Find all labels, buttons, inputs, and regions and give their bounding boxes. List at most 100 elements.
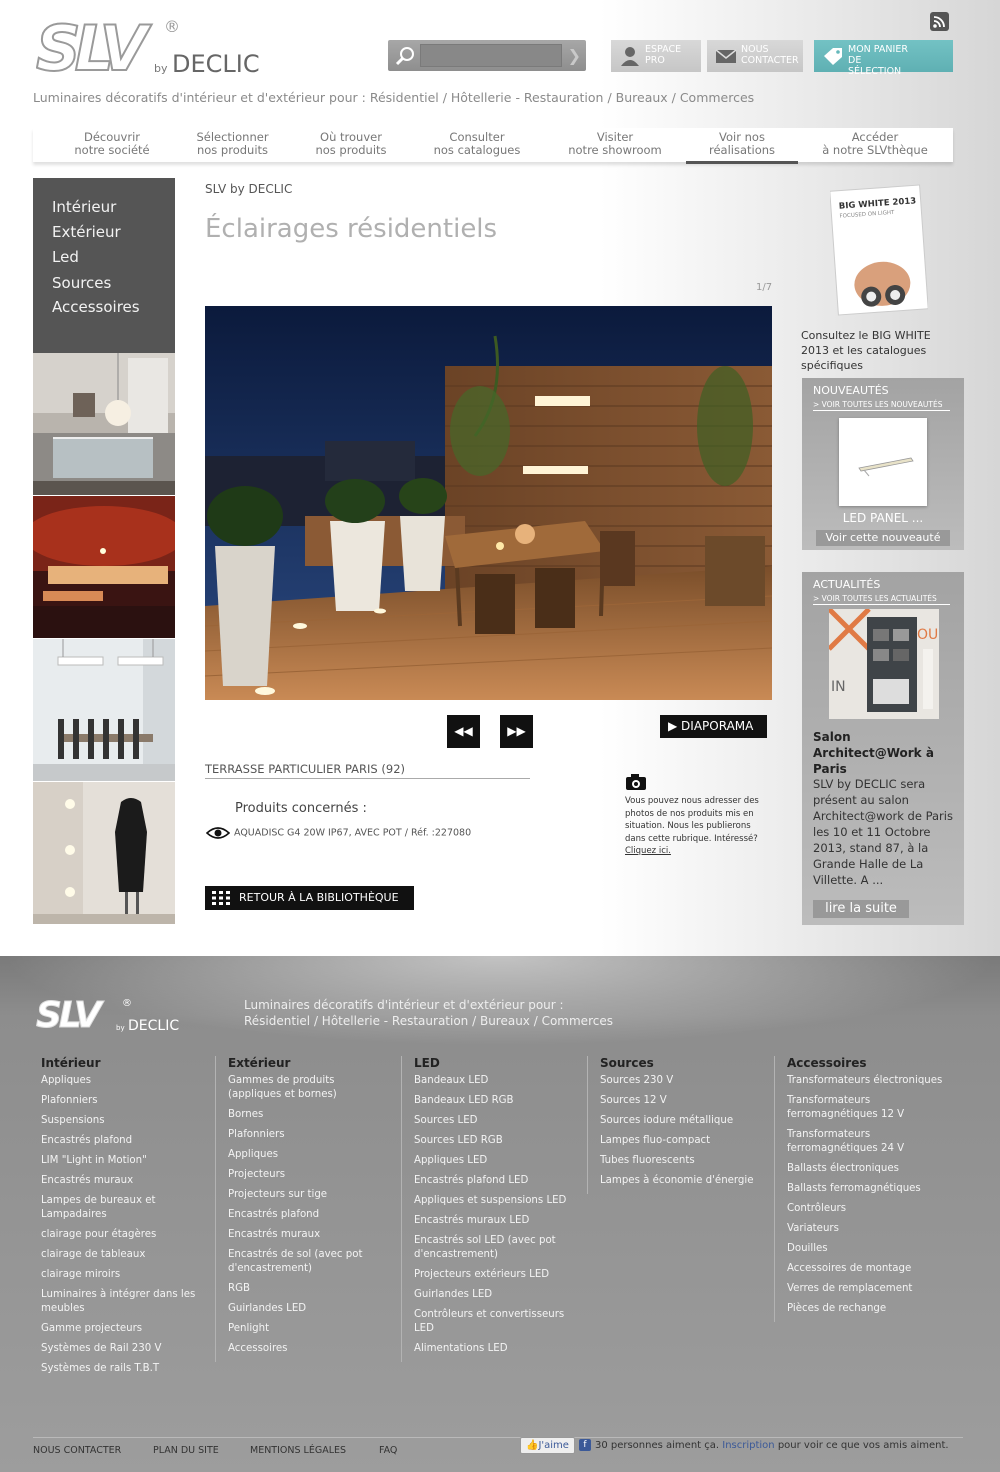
news-image[interactable]: IN OU bbox=[829, 609, 939, 719]
click-here-link[interactable]: Cliquez ici. bbox=[625, 846, 671, 856]
news-title[interactable]: Salon Architect@Work à Paris bbox=[813, 729, 958, 777]
footer-link[interactable]: Tubes fluorescents bbox=[600, 1154, 767, 1168]
footer-link[interactable]: Appliques LED bbox=[414, 1154, 581, 1168]
footer-link[interactable]: LIM "Light in Motion" bbox=[41, 1154, 216, 1168]
footer-link[interactable]: Plafonniers bbox=[228, 1128, 390, 1142]
footer-link[interactable]: Suspensions bbox=[41, 1114, 216, 1128]
fb-signup-link[interactable]: Inscription bbox=[722, 1440, 774, 1451]
nav-slvtheque[interactable]: Accéder à notre SLVthèque bbox=[813, 131, 937, 161]
footer-link[interactable]: clairage pour étagères bbox=[41, 1228, 216, 1242]
cat-accessoires[interactable]: Accessoires bbox=[52, 298, 140, 316]
catalogue-caption[interactable]: Consultez le BIG WHITE 2013 et les catal… bbox=[801, 328, 961, 373]
footer-link[interactable]: Bandeaux LED RGB bbox=[414, 1094, 581, 1108]
footer-link[interactable]: Luminaires à intégrer dans les meubles bbox=[41, 1288, 216, 1316]
nav-ou-trouver[interactable]: Où trouver nos produits bbox=[295, 131, 407, 161]
cat-exterieur[interactable]: Extérieur bbox=[52, 223, 121, 241]
footer-link[interactable]: Ballasts ferromagnétiques bbox=[787, 1182, 964, 1196]
footer-link[interactable]: Encastrés muraux LED bbox=[414, 1214, 581, 1228]
footer-link[interactable]: Contrôleurs bbox=[787, 1202, 964, 1216]
all-actualites-link[interactable]: > VOIR TOUTES LES ACTUALITÉS bbox=[813, 594, 950, 605]
slideshow-button[interactable]: ▶ DIAPORAMA bbox=[660, 715, 767, 738]
footer-link[interactable]: Verres de remplacement bbox=[787, 1282, 964, 1296]
footer-link[interactable]: clairage miroirs bbox=[41, 1268, 216, 1282]
footer-link[interactable]: Gamme projecteurs bbox=[41, 1322, 216, 1336]
footer-link[interactable]: Penlight bbox=[228, 1322, 390, 1336]
footer-link[interactable]: Projecteurs bbox=[228, 1168, 390, 1182]
footer-link[interactable]: Encastrés plafond LED bbox=[414, 1174, 581, 1188]
footer-link[interactable]: Bandeaux LED bbox=[414, 1074, 581, 1088]
footer-link[interactable]: Encastrés muraux bbox=[228, 1228, 390, 1242]
footer-faq-link[interactable]: FAQ bbox=[379, 1445, 397, 1456]
see-new-product-button[interactable]: Voir cette nouveauté bbox=[816, 530, 950, 546]
product-link[interactable]: AQUADISC G4 20W IP67, AVEC POT / Réf. :2… bbox=[206, 826, 471, 840]
footer-link[interactable]: Encastrés plafond bbox=[41, 1134, 216, 1148]
footer-link[interactable]: Sources 12 V bbox=[600, 1094, 767, 1108]
footer-link[interactable]: Accessoires bbox=[228, 1342, 390, 1356]
thumb-sources[interactable] bbox=[33, 782, 175, 924]
footer-link[interactable]: Transformateurs électroniques bbox=[787, 1074, 964, 1088]
cat-sources[interactable]: Sources bbox=[52, 274, 111, 292]
footer-link[interactable]: Plafonniers bbox=[41, 1094, 216, 1108]
read-more-button[interactable]: lire la suite bbox=[813, 900, 909, 918]
led-panel-image[interactable] bbox=[839, 418, 927, 506]
footer-legal-link[interactable]: MENTIONS LÉGALES bbox=[250, 1445, 346, 1456]
cat-interieur[interactable]: Intérieur bbox=[52, 198, 116, 216]
contact-button[interactable]: NOUS CONTACTER bbox=[707, 40, 803, 72]
footer-link[interactable]: Douilles bbox=[787, 1242, 964, 1256]
footer-link[interactable]: Appliques bbox=[228, 1148, 390, 1162]
nav-decouvrir[interactable]: Découvrir notre société bbox=[33, 131, 191, 161]
footer-link[interactable]: Lampes à économie d'énergie bbox=[600, 1174, 767, 1188]
footer-link[interactable]: Systèmes de rails T.B.T bbox=[41, 1362, 216, 1376]
footer-link[interactable]: Encastrés de sol (avec pot d'encastremen… bbox=[228, 1248, 390, 1276]
espace-pro-button[interactable]: ESPACE PRO bbox=[611, 40, 701, 72]
footer-link[interactable]: Lampes de bureaux et Lampadaires bbox=[41, 1194, 216, 1222]
footer-link[interactable]: Encastrés plafond bbox=[228, 1208, 390, 1222]
footer-link[interactable]: Lampes fluo-compact bbox=[600, 1134, 767, 1148]
thumb-exterieur[interactable] bbox=[24, 496, 184, 638]
back-to-library-button[interactable]: RETOUR À LA BIBLIOTHÈQUE bbox=[205, 886, 414, 910]
facebook-like-button[interactable]: 👍J'aime bbox=[520, 1437, 575, 1454]
nav-catalogues[interactable]: Consulter nos catalogues bbox=[415, 131, 539, 161]
search-input[interactable] bbox=[420, 44, 562, 67]
thumb-led[interactable] bbox=[33, 639, 175, 781]
footer-link[interactable]: Pièces de rechange bbox=[787, 1302, 964, 1316]
cat-led[interactable]: Led bbox=[52, 248, 79, 266]
footer-link[interactable]: Accessoires de montage bbox=[787, 1262, 964, 1276]
nav-realisations[interactable]: Voir nos réalisations bbox=[686, 131, 798, 164]
footer-link[interactable]: Gammes de produits (appliques et bornes) bbox=[228, 1074, 390, 1102]
catalogue-cover[interactable]: BIG WHITE 2013 FOCUSED ON LIGHT bbox=[829, 184, 929, 316]
footer-link[interactable]: Transformateurs ferromagnétiques 24 V bbox=[787, 1128, 964, 1156]
rss-icon[interactable] bbox=[930, 12, 949, 31]
footer-link[interactable]: Systèmes de Rail 230 V bbox=[41, 1342, 216, 1356]
footer-link[interactable]: Encastrés sol LED (avec pot d'encastreme… bbox=[414, 1234, 581, 1262]
footer-link[interactable]: Transformateurs ferromagnétiques 12 V bbox=[787, 1094, 964, 1122]
footer-link[interactable]: RGB bbox=[228, 1282, 390, 1296]
footer-link[interactable]: Guirlandes LED bbox=[414, 1288, 581, 1302]
footer-contact-link[interactable]: NOUS CONTACTER bbox=[33, 1445, 121, 1456]
footer-logo[interactable]: SLV ® by DECLIC bbox=[36, 994, 186, 1037]
footer-link[interactable]: Encastrés muraux bbox=[41, 1174, 216, 1188]
footer-link[interactable]: Guirlandes LED bbox=[228, 1302, 390, 1316]
search-bar[interactable]: ❯ bbox=[388, 40, 586, 71]
nav-selectionner[interactable]: Sélectionner nos produits bbox=[175, 131, 290, 161]
footer-link[interactable]: Ballasts électroniques bbox=[787, 1162, 964, 1176]
footer-link[interactable]: Appliques bbox=[41, 1074, 216, 1088]
all-nouveautes-link[interactable]: > VOIR TOUTES LES NOUVEAUTÉS bbox=[813, 400, 950, 411]
footer-link[interactable]: Contrôleurs et convertisseurs LED bbox=[414, 1308, 581, 1336]
footer-sitemap-link[interactable]: PLAN DU SITE bbox=[153, 1445, 219, 1456]
footer-link[interactable]: Sources LED RGB bbox=[414, 1134, 581, 1148]
footer-link[interactable]: Sources iodure métallique bbox=[600, 1114, 767, 1128]
footer-link[interactable]: Variateurs bbox=[787, 1222, 964, 1236]
footer-link[interactable]: Projecteurs extérieurs LED bbox=[414, 1268, 581, 1282]
nav-showroom[interactable]: Visiter notre showroom bbox=[557, 131, 673, 161]
footer-link[interactable]: clairage de tableaux bbox=[41, 1248, 216, 1262]
thumb-interieur[interactable] bbox=[33, 353, 175, 495]
footer-link[interactable]: Bornes bbox=[228, 1108, 390, 1122]
slv-logo[interactable]: SLV ® by DECLIC bbox=[35, 11, 266, 86]
cart-button[interactable]: MON PANIER DE SÉLECTION bbox=[814, 40, 953, 77]
footer-link[interactable]: Alimentations LED bbox=[414, 1342, 581, 1356]
footer-link[interactable]: Sources 230 V bbox=[600, 1074, 767, 1088]
search-icon[interactable] bbox=[394, 45, 416, 67]
footer-link[interactable]: Appliques et suspensions LED bbox=[414, 1194, 581, 1208]
search-submit-icon[interactable]: ❯ bbox=[568, 46, 581, 65]
